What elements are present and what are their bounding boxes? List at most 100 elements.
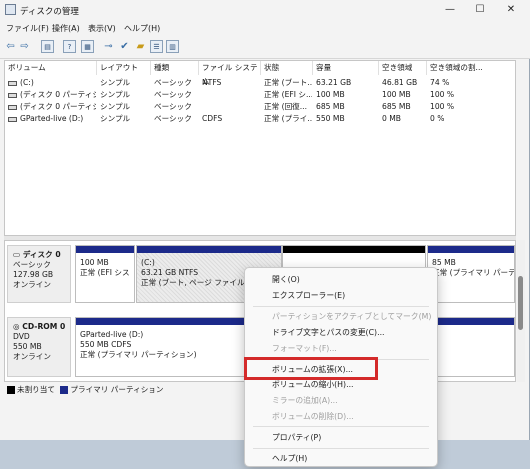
column-layout[interactable]: レイアウト: [97, 61, 151, 75]
close-button[interactable]: ✕: [497, 2, 525, 18]
volume-list[interactable]: ボリューム レイアウト 種類 ファイル システム 状態 容量 空き領域 空き領域…: [4, 60, 516, 236]
extend-volume-highlight: [244, 357, 378, 380]
cell-free-space: 0 MB: [382, 114, 402, 123]
menu-format[interactable]: フォーマット(F)...: [272, 343, 337, 355]
cell-free-percent: 100 %: [430, 90, 455, 99]
table-row[interactable]: (ディスク 0 パーティショ... シンプル ベーシック 正常 (回復... 6…: [5, 101, 515, 113]
connect-icon[interactable]: ⊸: [102, 40, 115, 53]
view-icon[interactable]: ☰: [150, 40, 163, 53]
menu-mark-active[interactable]: パーティションをアクティブとしてマーク(M): [272, 311, 431, 323]
menu-help[interactable]: ヘルプ(H): [124, 23, 160, 34]
window-title: ディスクの管理: [20, 7, 79, 17]
column-type[interactable]: 種類: [151, 61, 199, 75]
volume-icon: [8, 104, 17, 110]
column-volume[interactable]: ボリューム: [5, 61, 97, 75]
partition-status: 正常 (EFI シス: [80, 268, 130, 277]
disk-type: ベーシック: [13, 260, 51, 269]
partition-efi[interactable]: 100 MB 正常 (EFI シス: [75, 245, 135, 303]
partition-info: 85 MB 正常 (プライマリ パーティショ: [432, 258, 514, 278]
menu-separator: [253, 426, 429, 427]
cd-drive-icon: ◎: [13, 322, 23, 331]
cell-free-percent: 0 %: [430, 114, 445, 123]
legend-primary-swatch: [60, 386, 69, 394]
column-free-percent[interactable]: 空き領域の割...: [427, 61, 515, 75]
menu-properties[interactable]: プロパティ(P): [272, 432, 321, 444]
volume-icon: [8, 92, 17, 98]
menu-separator: [253, 306, 429, 307]
cell-capacity: 550 MB: [316, 114, 345, 123]
cell-free-percent: 74 %: [430, 78, 450, 87]
partition-bar: [76, 246, 134, 253]
minimize-button[interactable]: —: [436, 2, 464, 18]
cell-capacity: 685 MB: [316, 102, 345, 111]
partition-size: 85 MB: [432, 258, 456, 267]
partition-size: 550 MB CDFS: [80, 340, 132, 349]
column-capacity[interactable]: 容量: [313, 61, 379, 75]
cell-capacity: 100 MB: [316, 90, 345, 99]
disk-status: オンライン: [13, 280, 51, 289]
table-row[interactable]: (C:) シンプル ベーシック NTFS 正常 (ブート... 63.21 GB…: [5, 77, 515, 89]
cell-status: 正常 (プライ...: [264, 114, 312, 123]
cell-type: ベーシック: [154, 90, 192, 99]
view-icon-2[interactable]: ▥: [166, 40, 179, 53]
maximize-button[interactable]: ☐: [466, 2, 494, 18]
disk-icon: ▭: [13, 250, 23, 259]
cdrom-0-label[interactable]: ◎ CD-ROM 0 DVD 550 MB オンライン: [7, 317, 71, 377]
menu-add-mirror[interactable]: ミラーの追加(A)...: [272, 395, 338, 407]
menu-separator: [253, 448, 429, 449]
cell-status: 正常 (回復...: [264, 102, 307, 111]
cell-volume: (ディスク 0 パーティショ...: [8, 101, 96, 113]
menu-change-drive-letter[interactable]: ドライブ文字とパスの変更(C)...: [272, 327, 385, 339]
cell-free-space: 100 MB: [382, 90, 411, 99]
back-arrow-icon[interactable]: ⇦: [4, 40, 17, 53]
cell-layout: シンプル: [100, 90, 131, 99]
legend-unallocated-swatch: [7, 386, 15, 394]
title-bar[interactable]: ディスクの管理 — ☐ ✕: [0, 0, 530, 20]
menu-file[interactable]: ファイル(F): [6, 23, 49, 34]
cell-volume: (ディスク 0 パーティショ...: [8, 89, 96, 101]
cell-volume: GParted-live (D:): [8, 113, 96, 125]
check-icon[interactable]: ✔: [118, 40, 131, 53]
properties-icon[interactable]: ▦: [81, 40, 94, 53]
menu-explorer[interactable]: エクスプローラー(E): [272, 290, 345, 302]
menu-help-item[interactable]: ヘルプ(H): [272, 453, 307, 465]
partition-info: GParted-live (D:) 550 MB CDFS 正常 (プライマリ …: [80, 330, 197, 360]
legend-unallocated-label: 未割り当て: [17, 385, 55, 394]
table-row[interactable]: GParted-live (D:) シンプル ベーシック CDFS 正常 (プラ…: [5, 113, 515, 125]
column-status[interactable]: 状態: [261, 61, 313, 75]
cell-type: ベーシック: [154, 78, 192, 87]
column-free-space[interactable]: 空き領域: [379, 61, 427, 75]
disk-name: ▭ ディスク 0: [13, 250, 61, 259]
forward-arrow-icon[interactable]: ⇨: [18, 40, 31, 53]
table-row[interactable]: (ディスク 0 パーティショ... シンプル ベーシック 正常 (EFI シ..…: [5, 89, 515, 101]
cell-free-space: 46.81 GB: [382, 78, 418, 87]
disk-management-app-icon: [5, 4, 16, 15]
menu-delete-volume[interactable]: ボリュームの削除(D)...: [272, 411, 354, 423]
partition-status: 正常 (プライマリ パーティション): [80, 350, 197, 359]
disk-status: オンライン: [13, 352, 51, 361]
cell-type: ベーシック: [154, 114, 192, 123]
cell-capacity: 63.21 GB: [316, 78, 352, 87]
console-icon[interactable]: ▤: [41, 40, 54, 53]
menu-open[interactable]: 開く(O): [272, 274, 300, 286]
scrollbar-thumb[interactable]: [518, 276, 523, 330]
menu-view[interactable]: 表示(V): [88, 23, 116, 34]
partition-name: GParted-live (D:): [80, 330, 144, 339]
menu-shrink-volume[interactable]: ボリュームの縮小(H)...: [272, 379, 354, 391]
new-folder-icon[interactable]: ▰: [134, 40, 147, 53]
menu-bar: ファイル(F) 操作(A) 表示(V) ヘルプ(H): [0, 20, 530, 36]
cell-filesystem: CDFS: [202, 114, 223, 123]
disk-0-label[interactable]: ▭ ディスク 0 ベーシック 127.98 GB オンライン: [7, 245, 71, 303]
volume-icon: [8, 80, 17, 86]
partition-bar: [283, 246, 425, 253]
partition-recovery[interactable]: 85 MB 正常 (プライマリ パーティショ: [427, 245, 515, 303]
toolbar: ⇦ ⇨ ▤ ? ▦ ⊸ ✔ ▰ ☰ ▥: [0, 36, 530, 59]
help-icon[interactable]: ?: [63, 40, 76, 53]
volume-icon: [8, 116, 17, 122]
cell-free-percent: 100 %: [430, 102, 455, 111]
disk-type: DVD: [13, 332, 30, 341]
cell-layout: シンプル: [100, 78, 131, 87]
column-filesystem[interactable]: ファイル システム: [199, 61, 261, 86]
menu-action[interactable]: 操作(A): [52, 23, 80, 34]
partition-info: 100 MB 正常 (EFI シス: [80, 258, 130, 278]
